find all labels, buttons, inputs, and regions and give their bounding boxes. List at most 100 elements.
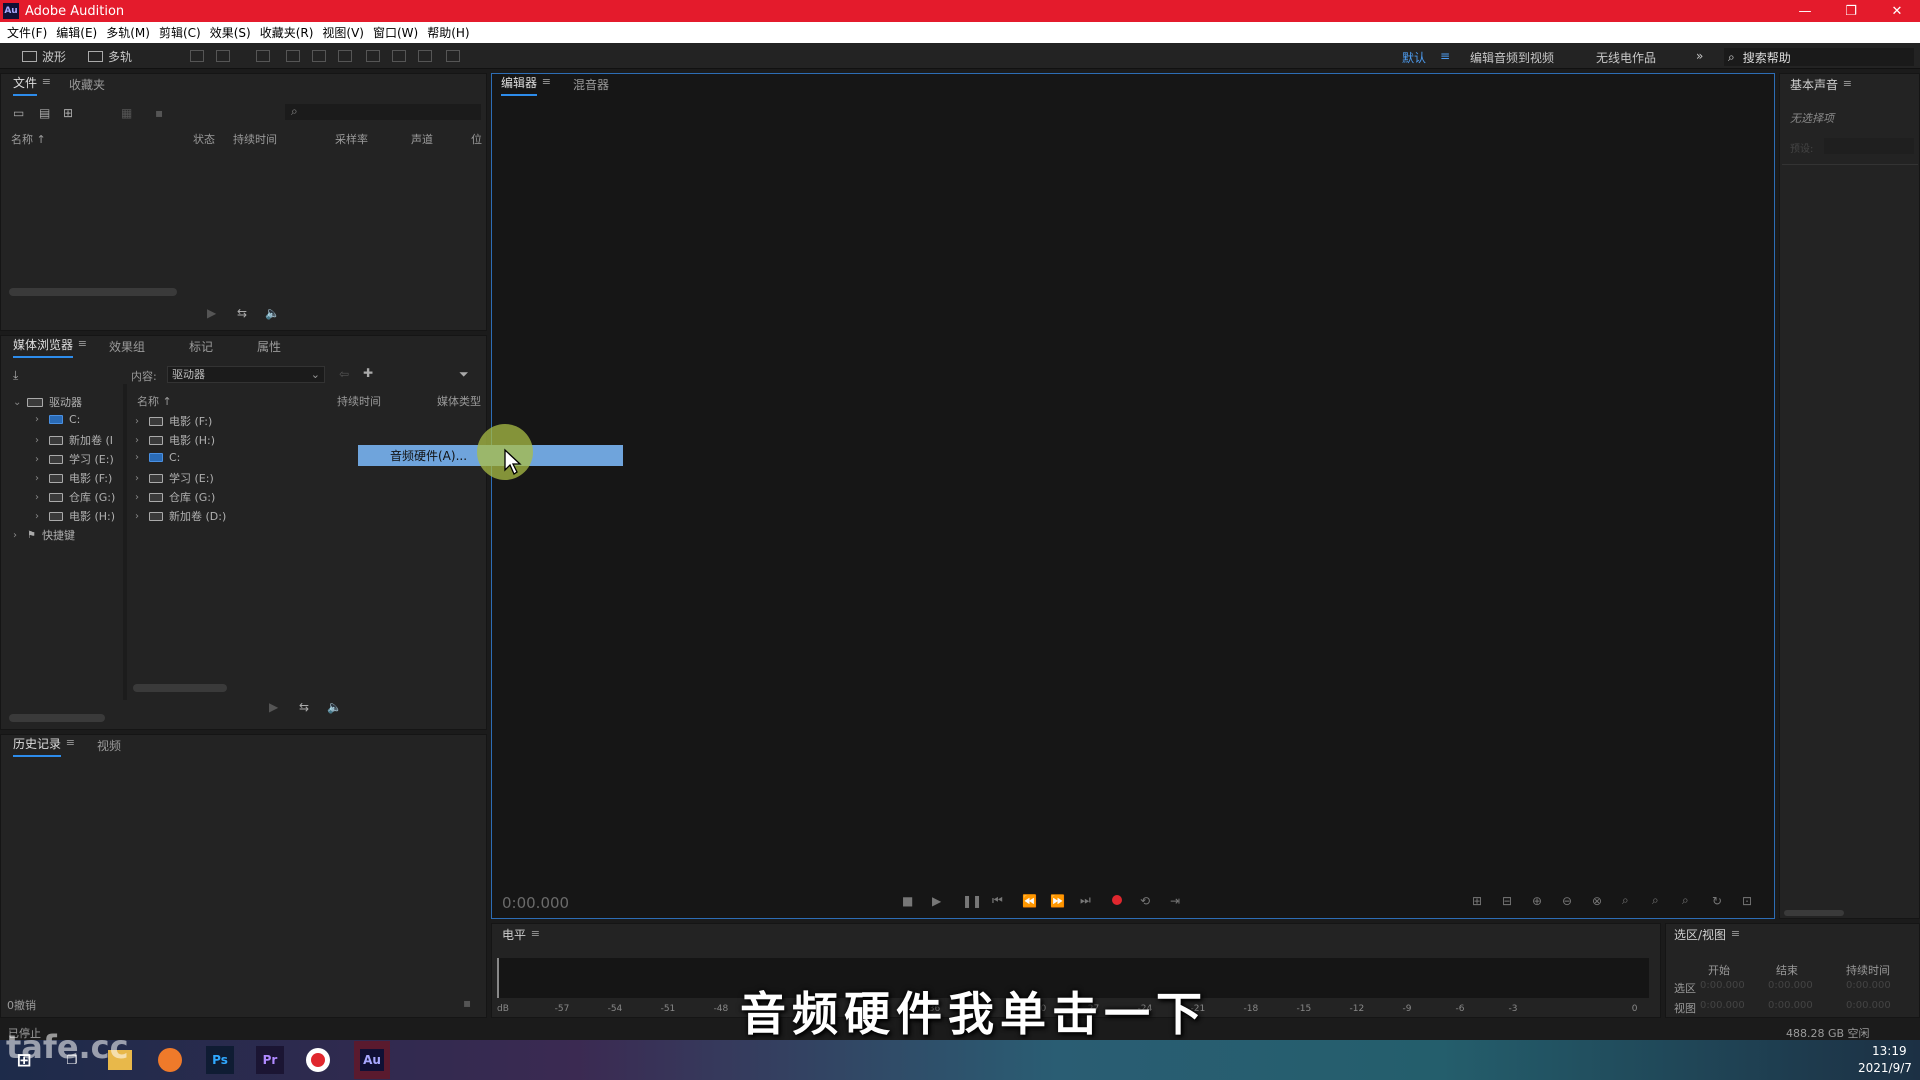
menu-favorites[interactable]: 收藏夹(R) [260,24,314,41]
zoom-in-at-end-icon[interactable]: ⌕ [1652,893,1659,908]
selection-end[interactable]: 0:00.000 [1768,980,1813,991]
tab-editor[interactable]: 编辑器 ≡ [501,74,551,96]
loop-playback-icon[interactable]: ⟲ [1140,894,1150,908]
panel-menu-icon[interactable]: ≡ [66,736,75,749]
content-dropdown[interactable]: 驱动器 ⌄ [167,366,325,383]
tab-video[interactable]: 视频 [97,737,121,757]
panel-menu-icon[interactable]: ≡ [78,337,87,350]
tree-shortcuts[interactable]: › ⚑ 快捷键 [13,527,75,543]
view-duration[interactable]: 0:00.000 [1846,1000,1891,1011]
col-media-type[interactable]: 媒体类型 [437,393,481,409]
zoom-in-time-icon[interactable]: ⊕ [1532,894,1542,908]
minimize-button[interactable]: — [1782,0,1828,22]
horizontal-scrollbar[interactable] [9,714,105,722]
tree-item[interactable]: › 电影 (H:) [35,508,115,524]
play-icon[interactable]: ▶ [207,306,216,320]
back-arrow-icon[interactable]: ⇦ [339,367,349,381]
insert-multitrack-icon[interactable]: ▦ [121,106,132,120]
workspace-radio-production[interactable]: 无线电作品 [1596,49,1656,66]
play-icon[interactable]: ▶ [269,700,278,714]
menu-window[interactable]: 窗口(W) [373,24,418,41]
download-icon[interactable]: ⤓ [13,368,18,383]
tab-levels[interactable]: 电平 ≡ [502,926,540,946]
loop-icon[interactable]: ⇆ [299,700,309,714]
skip-selection-icon[interactable]: ⇥ [1170,894,1180,908]
spectral-pitch-icon[interactable] [216,50,230,62]
workspace-default[interactable]: 默认 [1402,49,1426,66]
tab-history[interactable]: 历史记录 ≡ [13,735,75,757]
workspace-overflow-button[interactable]: » [1696,49,1703,63]
tab-effects-rack[interactable]: 效果组 [109,338,145,358]
stop-icon[interactable]: ■ [902,894,913,908]
workspace-edit-audio-to-video[interactable]: 编辑音频到视频 [1470,49,1554,66]
trash-icon[interactable]: ▪ [463,996,471,1010]
photoshop-icon[interactable]: Ps [206,1046,234,1074]
filter-icon[interactable]: ⏷ [459,367,469,382]
lasso-tool-icon[interactable] [392,50,406,62]
list-item[interactable]: › 电影 (H:) [135,432,215,448]
clock-time[interactable]: 13:19 [1872,1044,1907,1058]
list-item[interactable]: › 电影 (F:) [135,413,212,429]
col-channels[interactable]: 声道 [411,131,433,147]
tree-item[interactable]: › 学习 (E:) [35,451,114,467]
import-file-icon[interactable]: ▤ [39,106,50,120]
screen-recorder-icon[interactable] [306,1048,330,1072]
zoom-to-selection-icon[interactable]: ⌕ [1682,893,1689,908]
horizontal-scrollbar[interactable] [133,684,227,692]
menu-multitrack[interactable]: 多轨(M) [106,24,150,41]
tree-item[interactable]: › 仓库 (G:) [35,489,115,505]
view-end[interactable]: 0:00.000 [1768,1000,1813,1011]
view-start[interactable]: 0:00.000 [1700,1000,1745,1011]
tab-markers[interactable]: 标记 [189,338,213,358]
selection-start[interactable]: 0:00.000 [1700,980,1745,991]
skip-to-start-icon[interactable]: ⏮ [992,893,1003,908]
zoom-out-amplitude-icon[interactable]: ⊟ [1502,894,1512,908]
tree-item[interactable]: › 新加卷 (I [35,432,113,448]
fast-forward-icon[interactable]: ⏩ [1050,894,1065,908]
tree-item[interactable]: › 电影 (F:) [35,470,112,486]
marquee-tool-icon[interactable] [366,50,380,62]
autoplay-speaker-icon[interactable]: 🔈 [327,700,342,714]
spectral-frequency-icon[interactable] [190,50,204,62]
col-duration[interactable]: 持续时间 [233,131,277,147]
premiere-icon[interactable]: Pr [256,1046,284,1074]
horizontal-scrollbar[interactable] [9,288,177,296]
rewind-icon[interactable]: ⏪ [1022,894,1037,908]
slip-tool-icon[interactable] [312,50,326,62]
skip-to-end-icon[interactable]: ⏭ [1080,893,1091,908]
panel-menu-icon[interactable]: ≡ [542,75,551,88]
tab-mixer[interactable]: 混音器 [573,76,609,96]
list-item[interactable]: › 仓库 (G:) [135,489,215,505]
tree-root-drives[interactable]: ⌄ 驱动器 [13,394,82,410]
menu-effects[interactable]: 效果(S) [210,24,251,41]
list-item[interactable]: › 新加卷 (D:) [135,508,226,524]
zoom-out-time-icon[interactable]: ⊖ [1562,894,1572,908]
time-selection-icon[interactable] [338,50,352,62]
panel-menu-icon[interactable]: ≡ [1843,77,1852,90]
tab-favorites[interactable]: 收藏夹 [69,76,105,96]
delete-icon[interactable]: ▪ [155,106,163,120]
col-name[interactable]: 名称 ↑ [11,131,46,147]
tab-media-browser[interactable]: 媒体浏览器 ≡ [13,336,87,358]
panel-menu-icon[interactable]: ≡ [1731,927,1740,940]
browser-icon[interactable] [158,1048,182,1072]
play-icon[interactable]: ▶ [932,894,941,908]
loop-icon[interactable]: ⇆ [237,306,247,320]
files-search-input[interactable]: ⌕ [285,104,481,120]
restore-button[interactable]: ❐ [1828,0,1874,22]
splitter[interactable] [123,384,127,700]
col-sample-rate[interactable]: 采样率 [335,131,368,147]
horizontal-scrollbar[interactable] [1784,910,1844,916]
zoom-refresh-icon[interactable]: ↻ [1712,894,1722,908]
audio-hardware-menu-item[interactable]: 音频硬件(A)... [390,447,467,464]
col-bit-depth[interactable]: 位 [471,131,482,147]
healing-tool-icon[interactable] [446,50,460,62]
col-name[interactable]: 名称 ↑ [137,393,172,409]
menu-view[interactable]: 视图(V) [322,24,364,41]
tab-files[interactable]: 文件 ≡ [13,74,51,96]
audition-taskbar-button[interactable]: Au [354,1041,390,1079]
record-icon[interactable] [1112,895,1122,905]
menu-file[interactable]: 文件(F) [7,24,47,41]
menu-edit[interactable]: 编辑(E) [56,24,97,41]
selection-duration[interactable]: 0:00.000 [1846,980,1891,991]
